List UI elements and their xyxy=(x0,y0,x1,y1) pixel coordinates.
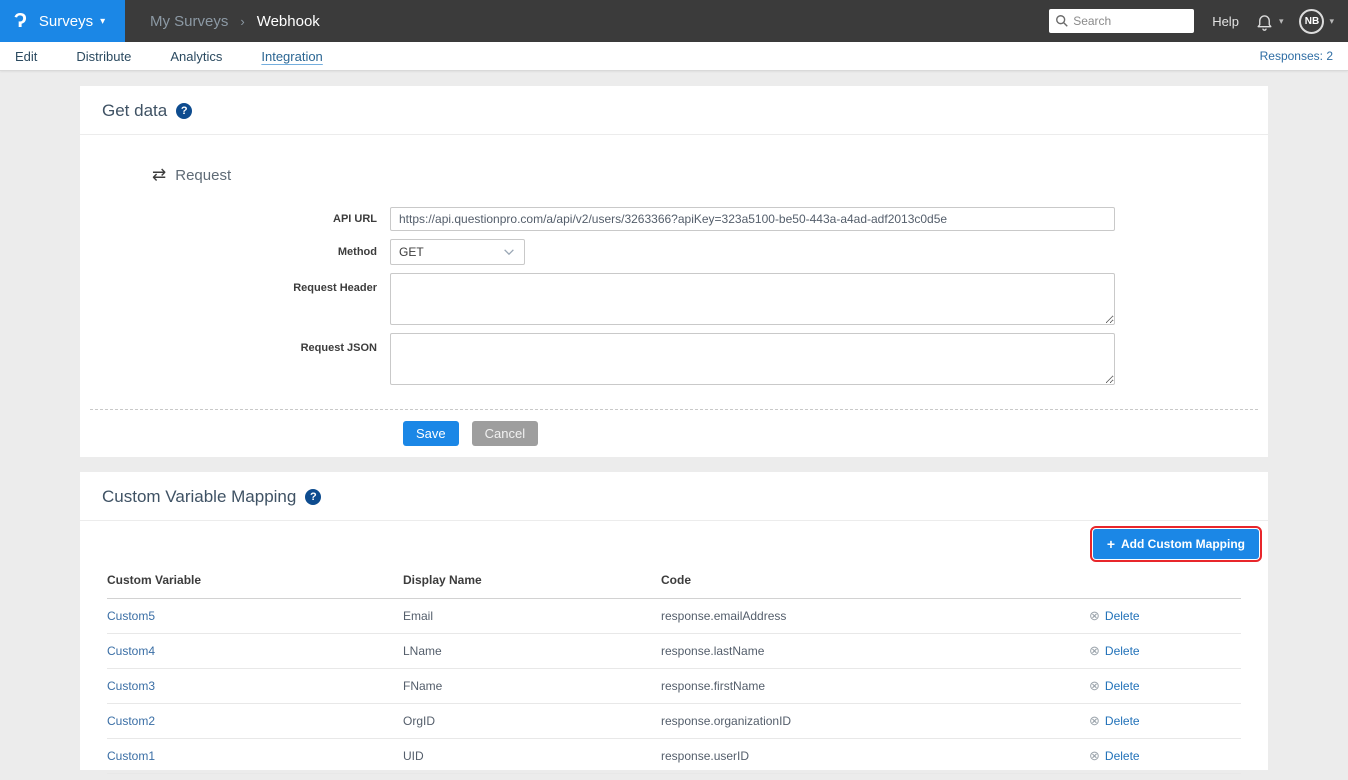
tab-edit[interactable]: Edit xyxy=(15,49,37,64)
product-switcher[interactable]: Ɂ Surveys ▾ xyxy=(0,0,125,42)
custom-variable-link[interactable]: Custom2 xyxy=(107,714,403,728)
api-url-label: API URL xyxy=(80,213,390,225)
display-name-cell: FName xyxy=(403,679,661,693)
display-name-cell: Email xyxy=(403,609,661,623)
exchange-arrows-icon: ⇄ xyxy=(152,165,166,185)
form-divider xyxy=(90,409,1258,410)
request-section-header: ⇄ Request xyxy=(152,165,1268,185)
breadcrumb-separator-icon: › xyxy=(240,14,244,29)
request-section-title: Request xyxy=(175,167,231,184)
breadcrumb-my-surveys[interactable]: My Surveys xyxy=(150,13,228,30)
get-data-card: Get data ? ⇄ Request API URL Method GET … xyxy=(80,86,1268,457)
mapping-toolbar: + Add Custom Mapping xyxy=(80,521,1268,559)
delete-link[interactable]: Delete xyxy=(1105,714,1140,728)
table-row: Custom3 FName response.firstName ⊗ Delet… xyxy=(107,669,1241,704)
table-row: Custom5 Email response.emailAddress ⊗ De… xyxy=(107,599,1241,634)
method-selected-value: GET xyxy=(399,245,424,259)
delete-circle-icon: ⊗ xyxy=(1089,608,1100,624)
delete-link[interactable]: Delete xyxy=(1105,644,1140,658)
code-cell: response.organizationID xyxy=(661,714,1089,728)
col-display-name: Display Name xyxy=(403,573,661,587)
delete-circle-icon: ⊗ xyxy=(1089,748,1100,764)
code-cell: response.firstName xyxy=(661,679,1089,693)
get-data-header: Get data ? xyxy=(80,86,1268,135)
custom-variable-mapping-card: Custom Variable Mapping ? + Add Custom M… xyxy=(80,472,1268,770)
display-name-cell: OrgID xyxy=(403,714,661,728)
chevron-down-icon: ▾ xyxy=(1329,16,1334,27)
notifications-menu[interactable]: ▾ xyxy=(1255,12,1284,31)
request-header-label: Request Header xyxy=(80,273,390,325)
survey-tabs: Edit Distribute Analytics Integration Re… xyxy=(0,42,1348,71)
form-actions: Save Cancel xyxy=(403,421,1268,446)
tab-analytics[interactable]: Analytics xyxy=(170,49,222,64)
topbar-right: Help ▾ NB ▾ xyxy=(1049,9,1348,34)
col-code: Code xyxy=(661,573,1089,587)
mapping-table: Custom Variable Display Name Code Custom… xyxy=(107,561,1241,774)
col-custom-variable: Custom Variable xyxy=(107,573,403,587)
chevron-down-icon xyxy=(502,245,516,259)
delete-link[interactable]: Delete xyxy=(1105,609,1140,623)
method-label: Method xyxy=(80,246,390,258)
display-name-cell: UID xyxy=(403,749,661,763)
get-data-title: Get data xyxy=(102,101,167,121)
delete-action[interactable]: ⊗ Delete xyxy=(1089,678,1241,694)
delete-action[interactable]: ⊗ Delete xyxy=(1089,748,1241,764)
custom-variable-link[interactable]: Custom3 xyxy=(107,679,403,693)
delete-circle-icon: ⊗ xyxy=(1089,678,1100,694)
delete-link[interactable]: Delete xyxy=(1105,749,1140,763)
account-menu[interactable]: NB ▾ xyxy=(1299,9,1334,34)
breadcrumb: My Surveys › Webhook xyxy=(150,13,320,30)
code-cell: response.userID xyxy=(661,749,1089,763)
request-json-label: Request JSON xyxy=(80,333,390,385)
product-name: Surveys xyxy=(39,13,93,30)
code-cell: response.emailAddress xyxy=(661,609,1089,623)
mapping-title: Custom Variable Mapping xyxy=(102,487,296,507)
custom-variable-link[interactable]: Custom4 xyxy=(107,644,403,658)
responses-count[interactable]: Responses: 2 xyxy=(1260,49,1333,63)
table-row: Custom1 UID response.userID ⊗ Delete xyxy=(107,739,1241,774)
top-bar: Ɂ Surveys ▾ My Surveys › Webhook Help ▾ … xyxy=(0,0,1348,42)
custom-variable-link[interactable]: Custom5 xyxy=(107,609,403,623)
questionpro-logo-icon: Ɂ xyxy=(14,10,27,33)
chevron-down-icon: ▾ xyxy=(100,16,105,27)
plus-icon: + xyxy=(1107,536,1115,552)
mapping-header: Custom Variable Mapping ? xyxy=(80,472,1268,521)
method-select[interactable]: GET xyxy=(390,239,525,265)
table-header-row: Custom Variable Display Name Code xyxy=(107,561,1241,599)
add-custom-mapping-label: Add Custom Mapping xyxy=(1121,537,1245,551)
code-cell: response.lastName xyxy=(661,644,1089,658)
custom-variable-link[interactable]: Custom1 xyxy=(107,749,403,763)
display-name-cell: LName xyxy=(403,644,661,658)
search-input[interactable] xyxy=(1049,9,1194,33)
save-button[interactable]: Save xyxy=(403,421,459,446)
bell-icon xyxy=(1255,12,1274,31)
delete-circle-icon: ⊗ xyxy=(1089,713,1100,729)
search-box xyxy=(1049,9,1194,33)
help-icon[interactable]: ? xyxy=(176,103,192,119)
chevron-down-icon: ▾ xyxy=(1279,16,1284,27)
request-form: API URL Method GET Request Header Reques… xyxy=(80,207,1268,385)
cancel-button[interactable]: Cancel xyxy=(472,421,538,446)
avatar: NB xyxy=(1299,9,1324,34)
tab-distribute[interactable]: Distribute xyxy=(76,49,131,64)
delete-action[interactable]: ⊗ Delete xyxy=(1089,713,1241,729)
help-link[interactable]: Help xyxy=(1212,14,1239,29)
delete-action[interactable]: ⊗ Delete xyxy=(1089,643,1241,659)
delete-action[interactable]: ⊗ Delete xyxy=(1089,608,1241,624)
tab-integration[interactable]: Integration xyxy=(261,49,322,64)
request-header-input[interactable] xyxy=(390,273,1115,325)
delete-circle-icon: ⊗ xyxy=(1089,643,1100,659)
search-icon xyxy=(1055,14,1069,28)
add-custom-mapping-button[interactable]: + Add Custom Mapping xyxy=(1093,529,1259,559)
table-row: Custom2 OrgID response.organizationID ⊗ … xyxy=(107,704,1241,739)
help-icon[interactable]: ? xyxy=(305,489,321,505)
table-row: Custom4 LName response.lastName ⊗ Delete xyxy=(107,634,1241,669)
delete-link[interactable]: Delete xyxy=(1105,679,1140,693)
breadcrumb-webhook: Webhook xyxy=(257,13,320,30)
request-json-input[interactable] xyxy=(390,333,1115,385)
api-url-input[interactable] xyxy=(390,207,1115,231)
